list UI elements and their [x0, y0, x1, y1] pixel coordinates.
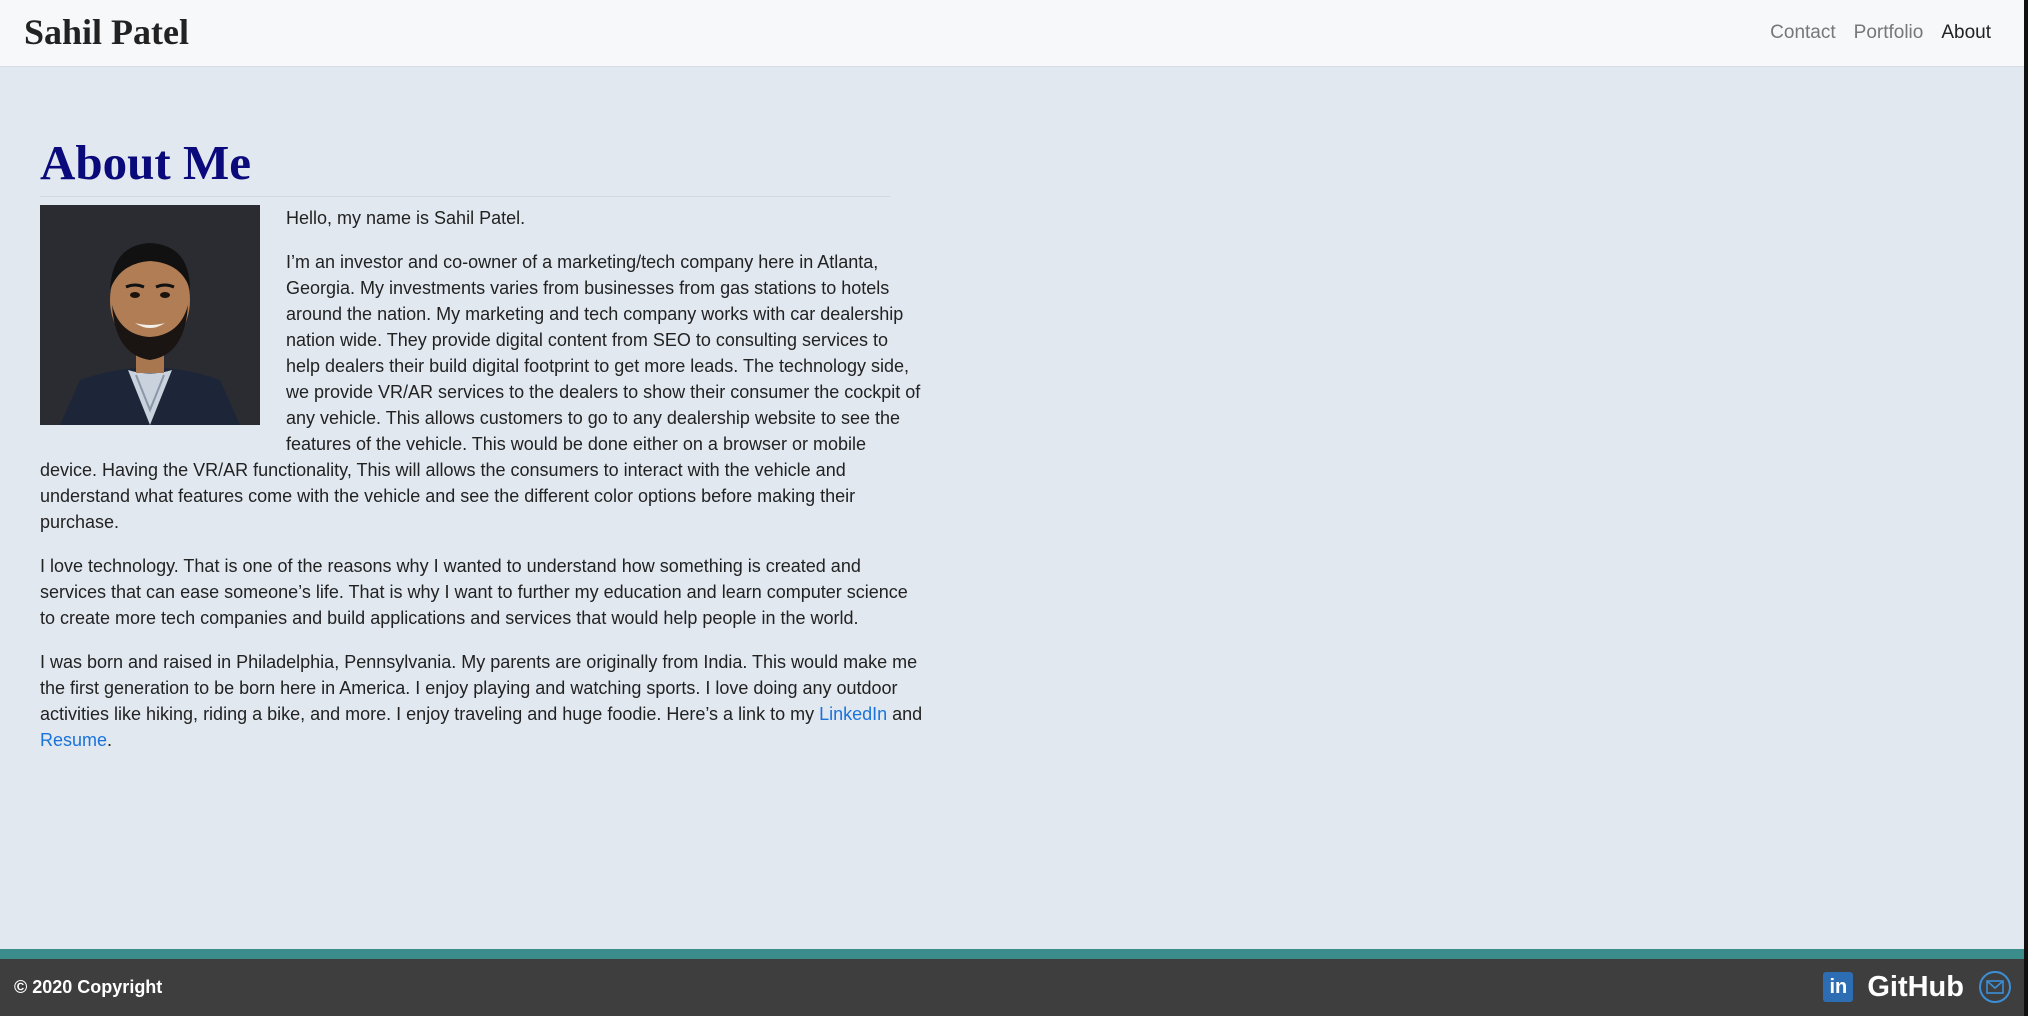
github-icon[interactable]: GitHub — [1867, 969, 1964, 1005]
navbar: Sahil Patel Contact Portfolio About — [0, 0, 2024, 67]
mail-icon[interactable] — [1978, 970, 2012, 1004]
technology-paragraph: I love technology. That is one of the re… — [40, 556, 908, 628]
about-section: About Me Hello, my name is Sahil Patel. … — [40, 132, 925, 771]
background-text: I was born and raised in Philadelphia, P… — [40, 652, 918, 724]
nav-about[interactable]: About — [1941, 20, 1991, 46]
portrait-illustration — [40, 205, 260, 425]
page-title: About Me — [40, 135, 251, 190]
resume-link[interactable]: Resume — [40, 730, 107, 750]
title-divider — [40, 196, 890, 197]
social-links: in GitHub — [1823, 969, 2012, 1005]
background-and: and — [887, 704, 923, 724]
nav-portfolio[interactable]: Portfolio — [1854, 20, 1924, 46]
portrait-image — [40, 205, 260, 425]
brand-logo[interactable]: Sahil Patel — [24, 8, 189, 56]
nav-links: Contact Portfolio About — [1770, 20, 1991, 46]
background-end: . — [107, 730, 113, 750]
copyright-text: © 2020 Copyright — [14, 977, 163, 997]
footer: © 2020 Copyright in GitHub — [0, 959, 2024, 1016]
nav-contact[interactable]: Contact — [1770, 20, 1835, 46]
footer-stripe — [0, 949, 2024, 959]
page: Sahil Patel Contact Portfolio About Abou… — [0, 0, 2028, 1016]
linkedin-icon[interactable]: in — [1823, 972, 1854, 1002]
linkedin-link[interactable]: LinkedIn — [819, 704, 887, 724]
background-paragraph: I was born and raised in Philadelphia, P… — [40, 649, 925, 753]
about-content: Hello, my name is Sahil Patel. I’m an in… — [40, 205, 925, 753]
